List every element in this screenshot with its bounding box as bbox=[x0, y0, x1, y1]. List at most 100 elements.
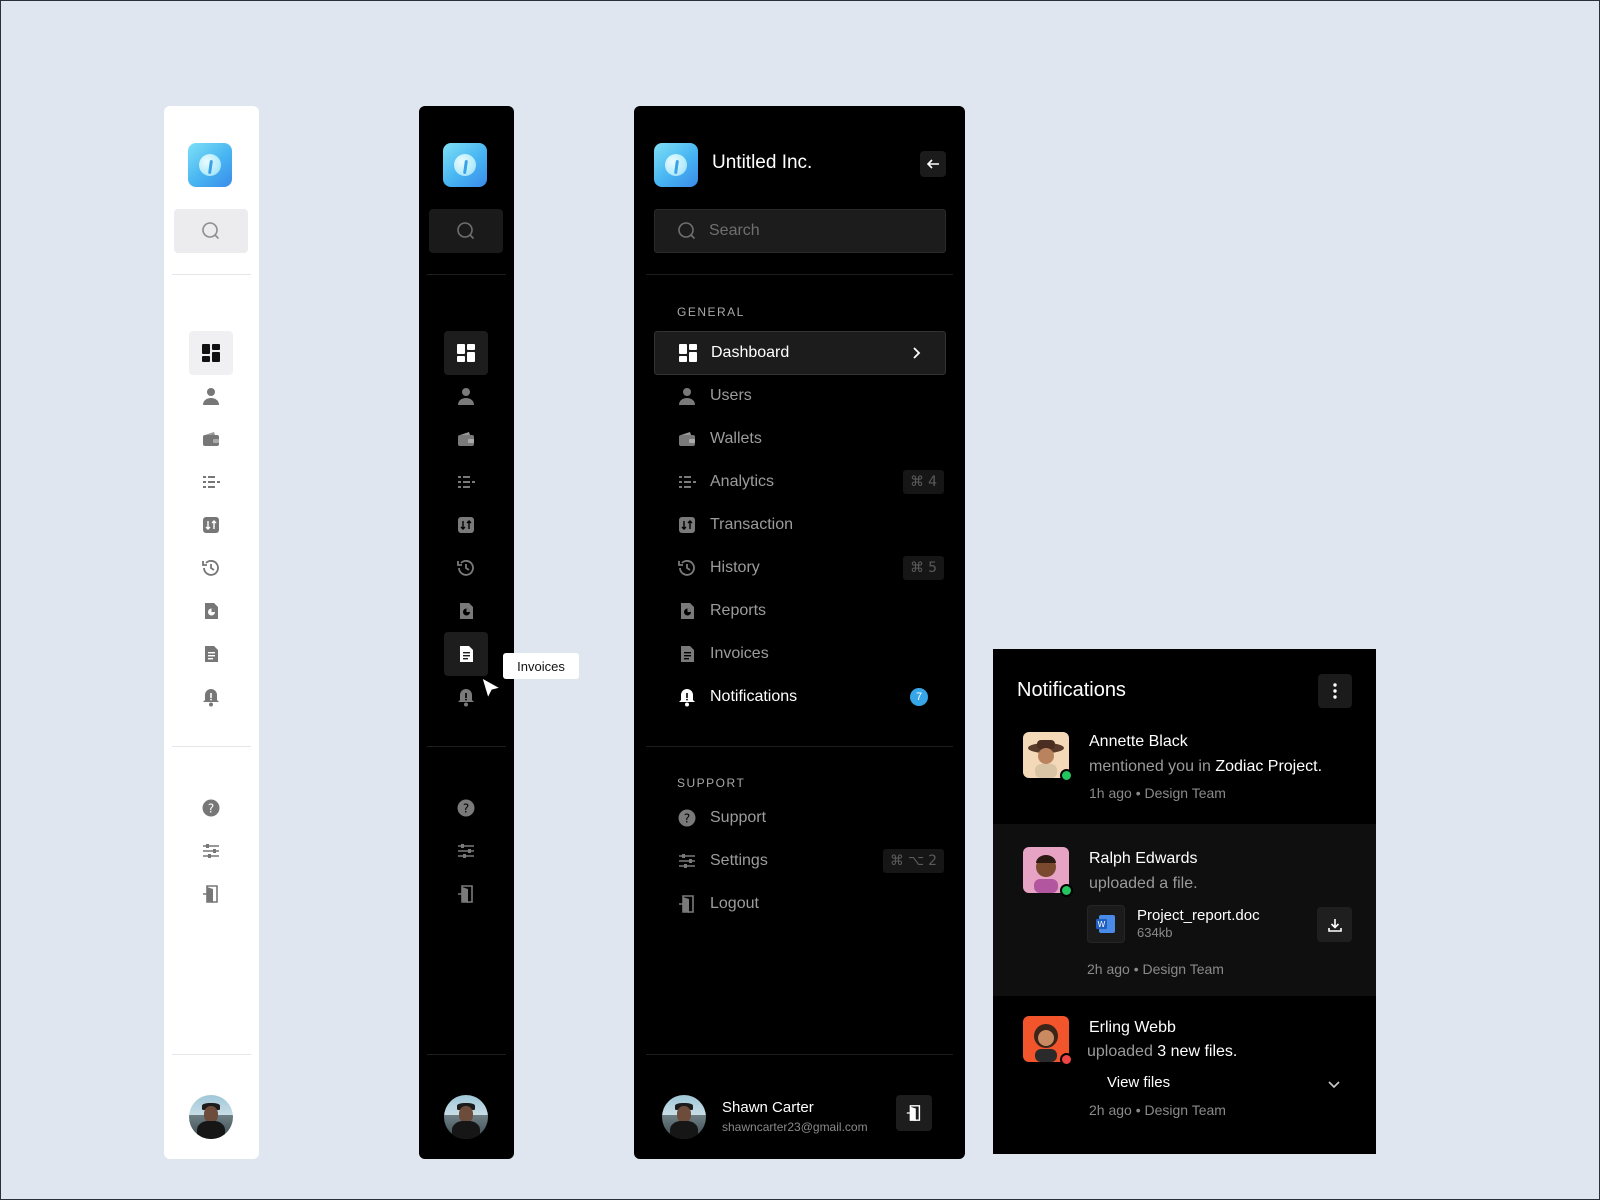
sidebar-item-reports[interactable]: Reports bbox=[654, 589, 946, 633]
timestamp: 2h ago bbox=[1089, 1102, 1132, 1118]
sliders-icon bbox=[679, 854, 695, 868]
sidebar-item-support[interactable]: ? Support bbox=[654, 796, 946, 840]
rail-item-transaction[interactable] bbox=[189, 503, 233, 547]
search-icon bbox=[457, 222, 474, 239]
attached-file[interactable]: W Project_report.doc 634kb bbox=[1087, 905, 1352, 945]
svg-text:?: ? bbox=[463, 802, 469, 816]
rail-item-notifications[interactable] bbox=[189, 675, 233, 719]
notification-item[interactable]: Ralph Edwards uploaded a file. W Project… bbox=[993, 824, 1376, 996]
chevron-down-icon[interactable] bbox=[1327, 1077, 1341, 1091]
chevron-right-icon bbox=[913, 347, 921, 359]
rail-item-transaction[interactable] bbox=[444, 503, 488, 547]
invoice-icon bbox=[460, 646, 473, 662]
collapsed-sidebar-light: ? bbox=[164, 106, 259, 1159]
sidebar-item-history[interactable]: History ⌘ 5 bbox=[654, 546, 946, 590]
logout-icon bbox=[679, 895, 694, 913]
rail-item-invoices[interactable] bbox=[444, 632, 488, 676]
user-icon bbox=[679, 388, 695, 405]
rail-item-wallets[interactable] bbox=[189, 417, 233, 461]
brand-logo[interactable] bbox=[654, 143, 698, 187]
notification-item[interactable]: Annette Black mentioned you in Zodiac Pr… bbox=[993, 719, 1376, 829]
wallet-icon bbox=[679, 432, 695, 446]
divider bbox=[172, 274, 251, 275]
help-icon: ? bbox=[457, 799, 475, 817]
rail-item-reports[interactable] bbox=[189, 589, 233, 633]
rail-item-settings[interactable] bbox=[444, 829, 488, 873]
search-input[interactable] bbox=[709, 222, 929, 240]
word-document-icon: W bbox=[1087, 905, 1125, 943]
sidebar-item-analytics[interactable]: Analytics ⌘ 4 bbox=[654, 460, 946, 504]
rail-item-logout[interactable] bbox=[189, 872, 233, 916]
rail-item-analytics[interactable] bbox=[444, 460, 488, 504]
rail-item-users[interactable] bbox=[189, 374, 233, 418]
brand-logo[interactable] bbox=[188, 143, 232, 187]
message-highlight[interactable]: Zodiac Project. bbox=[1215, 758, 1322, 775]
message-highlight: 3 new files. bbox=[1157, 1043, 1238, 1060]
team-name: Design Team bbox=[1144, 1102, 1226, 1118]
reports-icon bbox=[205, 603, 218, 619]
bell-icon bbox=[203, 689, 219, 707]
sidebar-item-wallets[interactable]: Wallets bbox=[654, 417, 946, 461]
divider bbox=[646, 1054, 953, 1055]
rail-item-dashboard[interactable] bbox=[444, 331, 488, 375]
rail-item-support[interactable]: ? bbox=[444, 786, 488, 830]
collapse-sidebar-button[interactable] bbox=[920, 151, 946, 177]
transaction-icon bbox=[679, 517, 695, 533]
notification-item[interactable]: Erling Webb uploaded 3 new files. View f… bbox=[993, 996, 1376, 1154]
divider bbox=[427, 746, 506, 747]
bell-icon bbox=[458, 689, 474, 707]
sidebar-item-invoices[interactable]: Invoices bbox=[654, 632, 946, 676]
notifications-panel: Notifications Annette Black mentioned yo… bbox=[993, 649, 1376, 1154]
rail-item-dashboard[interactable] bbox=[189, 331, 233, 375]
brand-logo[interactable] bbox=[443, 143, 487, 187]
rail-item-analytics[interactable] bbox=[189, 460, 233, 504]
sidebar-item-users[interactable]: Users bbox=[654, 374, 946, 418]
more-options-button[interactable] bbox=[1318, 674, 1352, 708]
sidebar-item-settings[interactable]: Settings ⌘ ⌥ 2 bbox=[654, 839, 946, 883]
online-status-dot bbox=[1060, 884, 1073, 897]
group-label-support: SUPPORT bbox=[677, 776, 746, 790]
meta-separator: • bbox=[1135, 1102, 1141, 1118]
timestamp: 2h ago bbox=[1087, 961, 1130, 977]
rail-item-logout[interactable] bbox=[444, 872, 488, 916]
sidebar-item-notifications[interactable]: Notifications 7 bbox=[654, 675, 946, 719]
rail-item-settings[interactable] bbox=[189, 829, 233, 873]
sidebar-item-label: Notifications bbox=[710, 688, 798, 705]
user-icon bbox=[203, 388, 219, 405]
rail-item-wallets[interactable] bbox=[444, 417, 488, 461]
expanded-sidebar: Untitled Inc. GENERAL Dashboard Users Wa… bbox=[634, 106, 965, 1159]
logout-icon bbox=[458, 885, 473, 903]
arrow-left-icon bbox=[926, 159, 939, 169]
user-avatar[interactable] bbox=[189, 1095, 233, 1139]
command-key: ⌘ bbox=[910, 474, 925, 490]
sidebar-item-logout[interactable]: Logout bbox=[654, 882, 946, 926]
dashboard-icon bbox=[457, 344, 475, 362]
shortcut-key: 5 bbox=[928, 560, 937, 576]
rail-item-history[interactable] bbox=[444, 546, 488, 590]
view-files-button[interactable]: View files bbox=[1107, 1074, 1170, 1091]
mouse-cursor-icon bbox=[481, 676, 502, 700]
rail-item-users[interactable] bbox=[444, 374, 488, 418]
team-name: Design Team bbox=[1142, 961, 1224, 977]
rail-item-history[interactable] bbox=[189, 546, 233, 590]
tooltip-invoices: Invoices bbox=[503, 653, 579, 679]
invoice-icon bbox=[681, 646, 694, 662]
sidebar-item-transaction[interactable]: Transaction bbox=[654, 503, 946, 547]
sidebar-item-dashboard[interactable]: Dashboard bbox=[654, 331, 946, 375]
dashboard-icon bbox=[202, 344, 220, 362]
search-button[interactable] bbox=[429, 209, 503, 253]
user-avatar[interactable] bbox=[444, 1095, 488, 1139]
divider bbox=[172, 1054, 251, 1055]
rail-item-support[interactable]: ? bbox=[189, 786, 233, 830]
group-label-general: GENERAL bbox=[677, 305, 745, 319]
sidebar-item-label: Settings bbox=[710, 852, 768, 869]
meta-separator: • bbox=[1135, 785, 1141, 801]
team-name: Design Team bbox=[1144, 785, 1226, 801]
download-button[interactable] bbox=[1317, 907, 1352, 942]
logout-button[interactable] bbox=[896, 1095, 932, 1131]
search-button[interactable] bbox=[174, 209, 248, 253]
search-field[interactable] bbox=[654, 209, 946, 253]
logout-icon bbox=[906, 1105, 921, 1122]
rail-item-reports[interactable] bbox=[444, 589, 488, 633]
rail-item-invoices[interactable] bbox=[189, 632, 233, 676]
